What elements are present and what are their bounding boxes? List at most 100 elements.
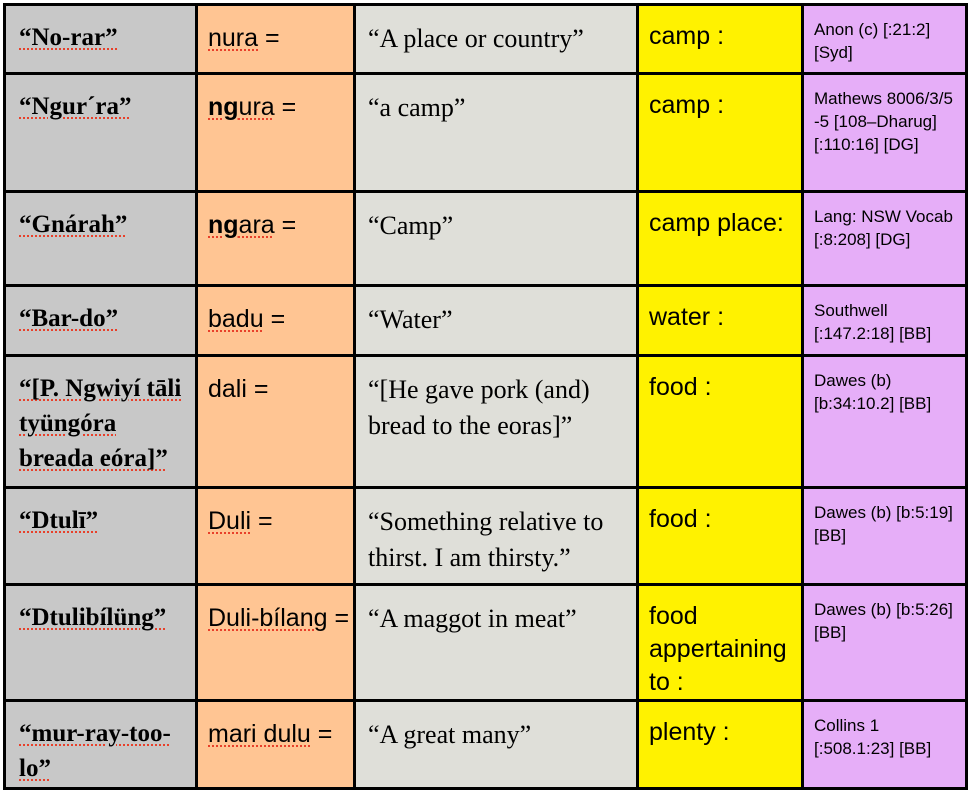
normalised-form-rest: ura [238, 93, 275, 121]
normalised-form-word: Duli-bílang [208, 604, 328, 632]
normalised-form-cell[interactable]: mari dulu = [195, 699, 356, 790]
gloss-cell[interactable]: “A place or country” [353, 3, 639, 75]
normalised-form-word: mari dulu [208, 720, 311, 748]
semantic-domain-text: food : [649, 505, 712, 533]
source-cell[interactable]: Anon (c) [:21:2] [Syd] [801, 3, 968, 75]
gloss-cell[interactable]: “A maggot in meat” [353, 583, 639, 702]
normalised-form-rest: Duli [208, 507, 252, 535]
source-cell[interactable]: Dawes (b) [b:5:19] [BB] [801, 486, 968, 586]
gloss-text: “A maggot in meat” [368, 604, 577, 633]
source-text: Lang: NSW Vocab [:8:208] [DG] [814, 207, 953, 249]
gloss-text: “A great many” [368, 720, 532, 749]
original-spelling-cell[interactable]: “[P. Ngwiyí tāli tyüngóra breada eóra]” [3, 354, 198, 489]
normalised-form-cell[interactable]: ngara = [195, 190, 356, 287]
normalised-form-cell[interactable]: dali = [195, 354, 356, 489]
original-spelling-text: “Bar-do” [19, 305, 119, 332]
gloss-cell[interactable]: “[He gave pork (and) bread to the eoras]… [353, 354, 639, 489]
table-row: “Bar-do” badu = “Water” water : Southwell [:… [3, 284, 968, 357]
normalised-form-rest: badu [208, 305, 264, 333]
table-row: “mur-ray-too-lo” mari dulu = “A great many… [3, 699, 968, 790]
source-cell[interactable]: Dawes (b) [b:34:10.2] [BB] [801, 354, 968, 489]
normalised-form-cell[interactable]: Duli-bílang = [195, 583, 356, 702]
original-spelling-cell[interactable]: “Bar-do” [3, 284, 198, 357]
semantic-domain-cell[interactable]: food : [636, 486, 804, 586]
semantic-domain-cell[interactable]: camp : [636, 72, 804, 193]
normalised-form-cell[interactable]: Duli = [195, 486, 356, 586]
semantic-domain-cell[interactable]: food : [636, 354, 804, 489]
normalised-form-equals: = [327, 604, 350, 632]
semantic-domain-cell[interactable]: plenty : [636, 699, 804, 790]
normalised-form-rest: mari dulu [208, 720, 311, 748]
original-spelling-cell[interactable]: “Dtulibílüng” [3, 583, 198, 702]
normalised-form-cell[interactable]: nura = [195, 3, 356, 75]
gloss-text: “A place or country” [368, 24, 584, 53]
source-text: Collins 1 [:508.1:23] [BB] [814, 716, 932, 758]
table-row: “[P. Ngwiyí tāli tyüngóra breada eóra]” d… [3, 354, 968, 489]
semantic-domain-text: camp : [649, 91, 725, 119]
source-cell[interactable]: Southwell [:147.2:18] [BB] [801, 284, 968, 357]
semantic-domain-text: water : [649, 303, 725, 331]
source-text: Dawes (b) [b:34:10.2] [BB] [814, 371, 932, 413]
original-spelling-text: “Dtulī” [19, 507, 99, 534]
gloss-text: “Water” [368, 305, 453, 334]
normalised-form-equals: = [258, 24, 280, 52]
semantic-domain-text: camp : [649, 22, 725, 50]
source-cell[interactable]: Lang: NSW Vocab [:8:208] [DG] [801, 190, 968, 287]
normalised-form-bold: ng [208, 93, 239, 121]
source-text: Southwell [:147.2:18] [BB] [814, 301, 932, 343]
source-text: Dawes (b) [b:5:26] [BB] [814, 600, 953, 642]
normalised-form-equals: = [263, 305, 286, 333]
normalised-form-equals: = [246, 375, 269, 403]
gloss-text: “a camp” [368, 93, 466, 122]
original-spelling-cell[interactable]: “Gnárah” [3, 190, 198, 287]
semantic-domain-cell[interactable]: camp : [636, 3, 804, 75]
semantic-domain-cell[interactable]: water : [636, 284, 804, 357]
original-spelling-cell[interactable]: “No-rar” [3, 3, 198, 75]
source-cell[interactable]: Dawes (b) [b:5:26] [BB] [801, 583, 968, 702]
gloss-text: “Something relative to thirst. I am thir… [368, 507, 604, 572]
semantic-domain-cell[interactable]: camp place: [636, 190, 804, 287]
original-spelling-cell[interactable]: “Ngur´ra” [3, 72, 198, 193]
vocabulary-table-body: “No-rar” nura = “A place or country” camp :… [3, 3, 968, 790]
table-row: “Ngur´ra” ngura = “a camp” camp : Mathews 80… [3, 72, 968, 193]
original-spelling-cell[interactable]: “mur-ray-too-lo” [3, 699, 198, 790]
original-spelling-text: “No-rar” [19, 24, 118, 51]
normalised-form-word: nura [208, 24, 258, 52]
source-text: Anon (c) [:21:2] [Syd] [814, 20, 931, 62]
vocabulary-table: “No-rar” nura = “A place or country” camp :… [3, 3, 968, 790]
normalised-form-equals: = [274, 93, 297, 121]
original-spelling-text: “Dtulibílüng” [19, 604, 167, 631]
gloss-text: “Camp” [368, 211, 454, 240]
gloss-cell[interactable]: “Water” [353, 284, 639, 357]
semantic-domain-text: food appertaining to : [649, 602, 787, 696]
table-row: “Dtulibílüng” Duli-bílang = “A maggot in m… [3, 583, 968, 702]
normalised-form-rest: nura [208, 24, 259, 52]
table-row: “No-rar” nura = “A place or country” camp :… [3, 3, 968, 75]
normalised-form-equals: = [251, 507, 273, 535]
gloss-cell[interactable]: “A great many” [353, 699, 639, 790]
original-spelling-text: “mur-ray-too-lo” [19, 720, 171, 782]
original-spelling-text: “[P. Ngwiyí tāli tyüngóra breada eóra]” [19, 375, 182, 472]
normalised-form-equals: = [274, 211, 297, 239]
semantic-domain-text: camp place: [649, 209, 784, 237]
normalised-form-word: ngura [208, 93, 275, 121]
normalised-form-word: badu [208, 305, 264, 333]
normalised-form-bold: ng [208, 211, 239, 239]
gloss-cell[interactable]: “Something relative to thirst. I am thir… [353, 486, 639, 586]
normalised-form-equals: = [310, 720, 333, 748]
original-spelling-text: “Gnárah” [19, 211, 128, 238]
source-cell[interactable]: Collins 1 [:508.1:23] [BB] [801, 699, 968, 790]
original-spelling-text: “Ngur´ra” [19, 93, 132, 120]
normalised-form-cell[interactable]: ngura = [195, 72, 356, 193]
gloss-cell[interactable]: “Camp” [353, 190, 639, 287]
gloss-cell[interactable]: “a camp” [353, 72, 639, 193]
source-cell[interactable]: Mathews 8006/3/5 -5 [108–Dharug] [:110:1… [801, 72, 968, 193]
original-spelling-cell[interactable]: “Dtulī” [3, 486, 198, 586]
semantic-domain-text: plenty : [649, 718, 730, 746]
source-text: Mathews 8006/3/5 -5 [108–Dharug] [:110:1… [814, 89, 953, 154]
table-row: “Gnárah” ngara = “Camp” camp place: Lang: NS… [3, 190, 968, 287]
semantic-domain-cell[interactable]: food appertaining to : [636, 583, 804, 702]
normalised-form-cell[interactable]: badu = [195, 284, 356, 357]
normalised-form-rest: ara [238, 211, 275, 239]
normalised-form-word: dali [208, 375, 247, 403]
